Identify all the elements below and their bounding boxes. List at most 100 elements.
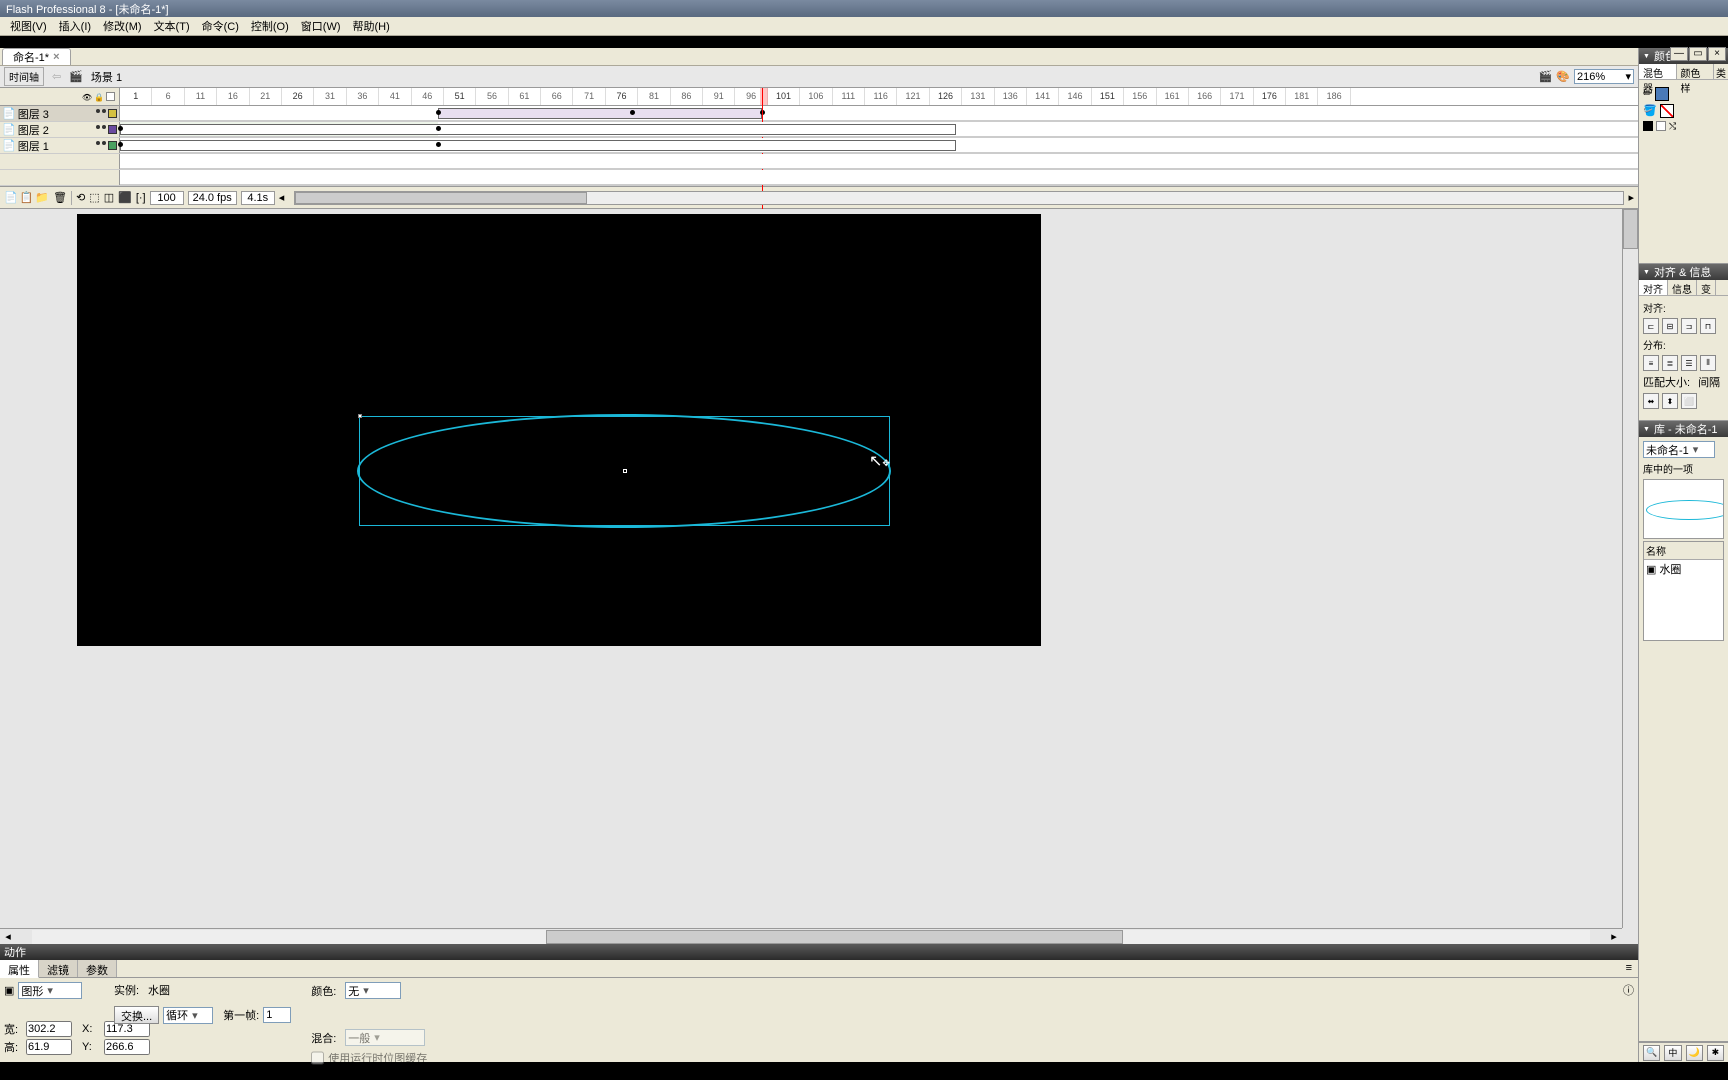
library-doc-dropdown[interactable]: 未命名-1 [1643, 441, 1715, 458]
visibility-icon[interactable] [82, 91, 92, 103]
maximize-button[interactable]: ▭ [1689, 47, 1707, 61]
lock-icon[interactable] [94, 91, 104, 103]
stage-canvas[interactable]: ↖✥ [77, 214, 1041, 646]
cache-bitmap-checkbox[interactable] [311, 1050, 324, 1066]
frames-track[interactable] [120, 122, 1638, 137]
close-icon[interactable]: × [53, 51, 59, 63]
dist-vcenter-button[interactable]: ≣ [1662, 355, 1678, 371]
library-panel-title[interactable]: 库 - 未命名-1 [1639, 421, 1728, 437]
star-icon[interactable]: ✱ [1707, 1045, 1724, 1061]
library-item[interactable]: ▣ 水圈 [1644, 560, 1723, 578]
add-layer-button[interactable]: 📄 [4, 191, 18, 204]
document-tab[interactable]: 命名-1* × [2, 48, 71, 65]
horizontal-scrollbar[interactable]: ◂ ▸ [0, 928, 1622, 944]
instance-type-dropdown[interactable]: 图形 [18, 982, 82, 999]
add-guide-button[interactable]: 📋 [20, 191, 34, 204]
transform-handle[interactable] [358, 414, 362, 418]
tab-mixer[interactable]: 混色器 [1639, 64, 1677, 79]
no-color-button[interactable] [1656, 121, 1666, 131]
tab-align[interactable]: 对齐 [1639, 280, 1668, 295]
onion-markers-button[interactable]: [·] [136, 192, 146, 204]
panel-options-icon[interactable]: ≡ [1620, 960, 1638, 977]
edit-multi-button[interactable]: ⬛ [118, 191, 132, 204]
center-frame-button[interactable]: ⟲ [76, 191, 85, 204]
align-left-button[interactable]: ⊏ [1643, 318, 1659, 334]
help-icon[interactable]: ⓘ [1623, 982, 1634, 998]
add-folder-button[interactable]: 📁 [35, 191, 49, 204]
pencil-icon[interactable]: ✏ [1643, 87, 1652, 101]
fill-color-swatch[interactable] [1660, 104, 1674, 118]
edit-scene-icon[interactable]: 🎬 [1539, 70, 1553, 83]
menu-help[interactable]: 帮助(H) [347, 16, 396, 36]
frames-track[interactable] [120, 106, 1638, 121]
tab-params[interactable]: 参数 [78, 960, 117, 977]
default-colors-button[interactable] [1643, 121, 1653, 131]
onion-skin-button[interactable]: ⬚ [89, 191, 99, 204]
swap-button[interactable]: 交换... [114, 1006, 159, 1024]
color-mode-dropdown[interactable]: 无 [345, 982, 401, 999]
scroll-left-button[interactable]: ◂ [279, 191, 285, 204]
actions-panel-title[interactable]: 动作 [0, 944, 1638, 960]
align-top-button[interactable]: ⊓ [1700, 318, 1716, 334]
first-frame-input[interactable] [263, 1007, 291, 1023]
scroll-right-button[interactable]: ▸ [1628, 191, 1634, 204]
close-button[interactable]: × [1708, 47, 1726, 61]
outline-icon[interactable] [106, 92, 115, 101]
menu-control[interactable]: 控制(O) [245, 16, 295, 36]
scene-icon: 🎬 [69, 70, 83, 83]
scroll-right-button[interactable]: ▸ [1606, 930, 1622, 943]
menu-modify[interactable]: 修改(M) [97, 16, 148, 36]
align-hcenter-button[interactable]: ⊟ [1662, 318, 1678, 334]
scene-label[interactable]: 场景 1 [91, 69, 122, 85]
match-height-button[interactable]: ⬍ [1662, 393, 1678, 409]
center-icon[interactable]: 中 [1664, 1045, 1681, 1061]
menu-insert[interactable]: 插入(I) [53, 16, 97, 36]
document-tab-label: 命名-1* [13, 49, 49, 65]
dist-left-button[interactable]: ⫴ [1700, 355, 1716, 371]
match-width-button[interactable]: ⬌ [1643, 393, 1659, 409]
frame-ruler[interactable]: 1611162126313641465156616671768186919610… [120, 88, 1638, 105]
layer-row[interactable]: 📄图层 3 [0, 106, 120, 121]
tab-transform[interactable]: 变 [1697, 280, 1716, 295]
dist-top-button[interactable]: ≡ [1643, 355, 1659, 371]
tab-swatches[interactable]: 颜色样 [1677, 64, 1715, 79]
center-point[interactable] [623, 469, 627, 473]
blend-mode-dropdown[interactable]: 一般 [345, 1029, 425, 1046]
layer-row[interactable]: 📄图层 1 [0, 138, 120, 153]
dist-bottom-button[interactable]: ☰ [1681, 355, 1697, 371]
align-panel-title[interactable]: 对齐 & 信息 [1639, 264, 1728, 280]
vertical-scrollbar[interactable] [1622, 209, 1638, 928]
stage-area[interactable]: ↖✥ ◂ ▸ [0, 209, 1638, 944]
graphic-symbol-icon: ▣ [1646, 563, 1656, 576]
library-list[interactable]: 名称 ▣ 水圈 [1643, 541, 1724, 641]
width-input[interactable] [26, 1021, 72, 1037]
tab-info[interactable]: 信息 [1668, 280, 1697, 295]
frames-track[interactable] [120, 138, 1638, 153]
edit-symbol-icon[interactable]: 🎨 [1556, 70, 1570, 83]
back-button[interactable]: ⇦ [52, 70, 61, 83]
zoom-dropdown[interactable]: 216%▾ [1574, 69, 1634, 84]
menu-view[interactable]: 视图(V) [4, 16, 53, 36]
fps-display: 24.0 fps [188, 191, 237, 205]
zoom-icon[interactable]: 🔍 [1643, 1045, 1660, 1061]
menu-commands[interactable]: 命令(C) [196, 16, 245, 36]
moon-icon[interactable]: 🌙 [1686, 1045, 1703, 1061]
menu-window[interactable]: 窗口(W) [295, 16, 347, 36]
loop-dropdown[interactable]: 循环 [163, 1007, 213, 1024]
timeline-scrollbar[interactable] [294, 191, 1624, 205]
scroll-left-button[interactable]: ◂ [0, 930, 16, 943]
menu-text[interactable]: 文本(T) [148, 16, 196, 36]
minimize-button[interactable]: — [1670, 47, 1688, 61]
tab-filters[interactable]: 滤镜 [39, 960, 78, 977]
align-right-button[interactable]: ⊐ [1681, 318, 1697, 334]
delete-layer-button[interactable]: 🗑 [53, 191, 67, 204]
match-both-button[interactable]: ⬜ [1681, 393, 1697, 409]
bucket-icon[interactable]: 🪣 [1643, 104, 1657, 118]
onion-outline-button[interactable]: ◫ [104, 191, 114, 204]
timeline-toggle[interactable]: 时间轴 [4, 67, 44, 86]
stroke-color-swatch[interactable] [1655, 87, 1669, 101]
layer-row[interactable]: 📄图层 2 [0, 122, 120, 137]
swap-colors-button[interactable]: ⤭ [1669, 121, 1676, 132]
height-input[interactable] [26, 1039, 72, 1055]
tab-properties[interactable]: 属性 [0, 960, 39, 978]
